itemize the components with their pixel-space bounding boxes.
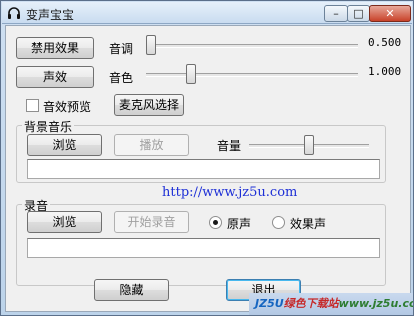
start-recording-button[interactable]: 开始录音 bbox=[114, 211, 189, 233]
bgm-path-field[interactable] bbox=[27, 159, 380, 179]
original-voice-label: 原声 bbox=[227, 217, 252, 231]
recording-path-field[interactable] bbox=[27, 238, 380, 258]
window-title: 变声宝宝 bbox=[26, 8, 75, 22]
bgm-play-button[interactable]: 播放 bbox=[114, 134, 189, 156]
pitch-label: 音调 bbox=[109, 42, 134, 56]
timbre-slider-thumb[interactable] bbox=[186, 64, 197, 84]
sound-effect-button[interactable]: 声效 bbox=[16, 66, 94, 88]
preview-checkbox[interactable] bbox=[26, 99, 39, 112]
close-button[interactable]: ✕ bbox=[369, 5, 411, 22]
volume-slider-thumb[interactable] bbox=[304, 135, 314, 155]
volume-label: 音量 bbox=[217, 139, 242, 153]
minimize-button[interactable]: – bbox=[324, 5, 348, 22]
title-bar[interactable]: 变声宝宝 – □ ✕ bbox=[2, 2, 412, 24]
pitch-slider-thumb[interactable] bbox=[146, 35, 156, 55]
website-link[interactable]: http://www.jz5u.com bbox=[162, 185, 297, 200]
watermark: JZ5U绿色下载站www.jz5u.com bbox=[249, 293, 413, 315]
app-window: 变声宝宝 – □ ✕ 禁用效果 音调 0.500 声效 音色 1.000 音效预… bbox=[0, 0, 414, 316]
timbre-label: 音色 bbox=[109, 71, 134, 85]
recording-browse-button[interactable]: 浏览 bbox=[27, 211, 102, 233]
bgm-group-title: 背景音乐 bbox=[22, 118, 75, 135]
original-voice-radio[interactable] bbox=[209, 216, 222, 229]
watermark-brand: JZ5U bbox=[255, 297, 284, 310]
hide-button[interactable]: 隐藏 bbox=[94, 279, 169, 301]
effect-voice-label: 效果声 bbox=[290, 217, 327, 231]
headphones-icon bbox=[8, 7, 20, 19]
maximize-button[interactable]: □ bbox=[347, 5, 370, 22]
disable-effect-button[interactable]: 禁用效果 bbox=[16, 37, 94, 59]
mic-select-button[interactable]: 麦克风选择 bbox=[114, 94, 184, 116]
watermark-url: www.jz5u.com bbox=[338, 297, 413, 310]
bgm-browse-button[interactable]: 浏览 bbox=[27, 134, 102, 156]
preview-label: 音效预览 bbox=[43, 100, 92, 114]
pitch-slider-track[interactable] bbox=[146, 44, 358, 48]
pitch-value: 0.500 bbox=[368, 36, 402, 49]
timbre-value: 1.000 bbox=[368, 65, 402, 78]
watermark-site-name: 绿色下载站 bbox=[283, 297, 339, 310]
client-area: 禁用效果 音调 0.500 声效 音色 1.000 音效预览 麦克风选择 背景音… bbox=[5, 25, 411, 312]
effect-voice-radio[interactable] bbox=[272, 216, 285, 229]
timbre-slider-track[interactable] bbox=[146, 73, 358, 77]
